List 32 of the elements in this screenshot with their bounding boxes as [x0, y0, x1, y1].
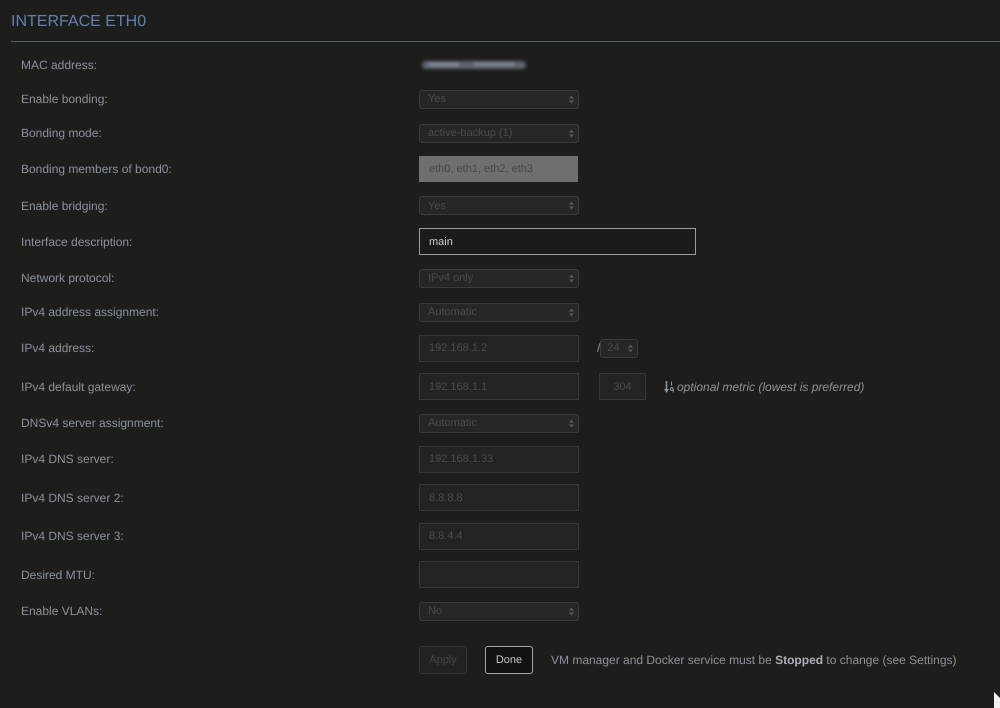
field-label: IPv4 DNS server 2: [21, 490, 125, 505]
updown-caret-icon [569, 128, 574, 138]
notice-text: VM manager and Docker service must be Stopped to change (see Settings) [551, 653, 957, 667]
updown-caret-icon [569, 418, 574, 428]
updown-caret-icon [569, 201, 574, 210]
field-label: MAC address: [21, 58, 98, 72]
updown-caret-icon [628, 344, 634, 353]
field-label: DNSv4 server assignment: [21, 416, 165, 430]
field-label: Bonding members of bond0: [21, 162, 173, 176]
field-label: Enable VLANs: [21, 604, 104, 618]
field-label: Network protocol: [21, 271, 116, 285]
input-field[interactable]: main [419, 228, 696, 256]
field-label: IPv4 address: [21, 341, 96, 356]
field-label: IPv4 default gateway: [21, 380, 137, 394]
field-label: IPv4 address assignment: [21, 305, 160, 319]
hint-text: optional metric (lowest is preferred) [677, 380, 864, 394]
field-label: IPv4 DNS server 3: [21, 529, 125, 544]
field-label: Bonding mode: [21, 126, 103, 140]
updown-caret-icon [569, 94, 574, 104]
updown-caret-icon [569, 606, 574, 616]
field-label: Desired MTU: [21, 568, 96, 582]
sort-ascending-icon [664, 380, 674, 393]
mouse-pointer-icon [994, 692, 1000, 708]
field-label: IPv4 DNS server: [21, 452, 115, 466]
updown-caret-icon [569, 308, 574, 316]
updown-caret-icon [569, 274, 574, 282]
separator-text: / [597, 341, 600, 356]
action-button[interactable]: Done [485, 646, 533, 674]
field-label: Enable bonding: [21, 92, 109, 106]
field-label: Enable bridging: [21, 198, 109, 212]
section-title: INTERFACE ETH0 [11, 12, 146, 32]
field-label: Interface description: [21, 234, 134, 249]
